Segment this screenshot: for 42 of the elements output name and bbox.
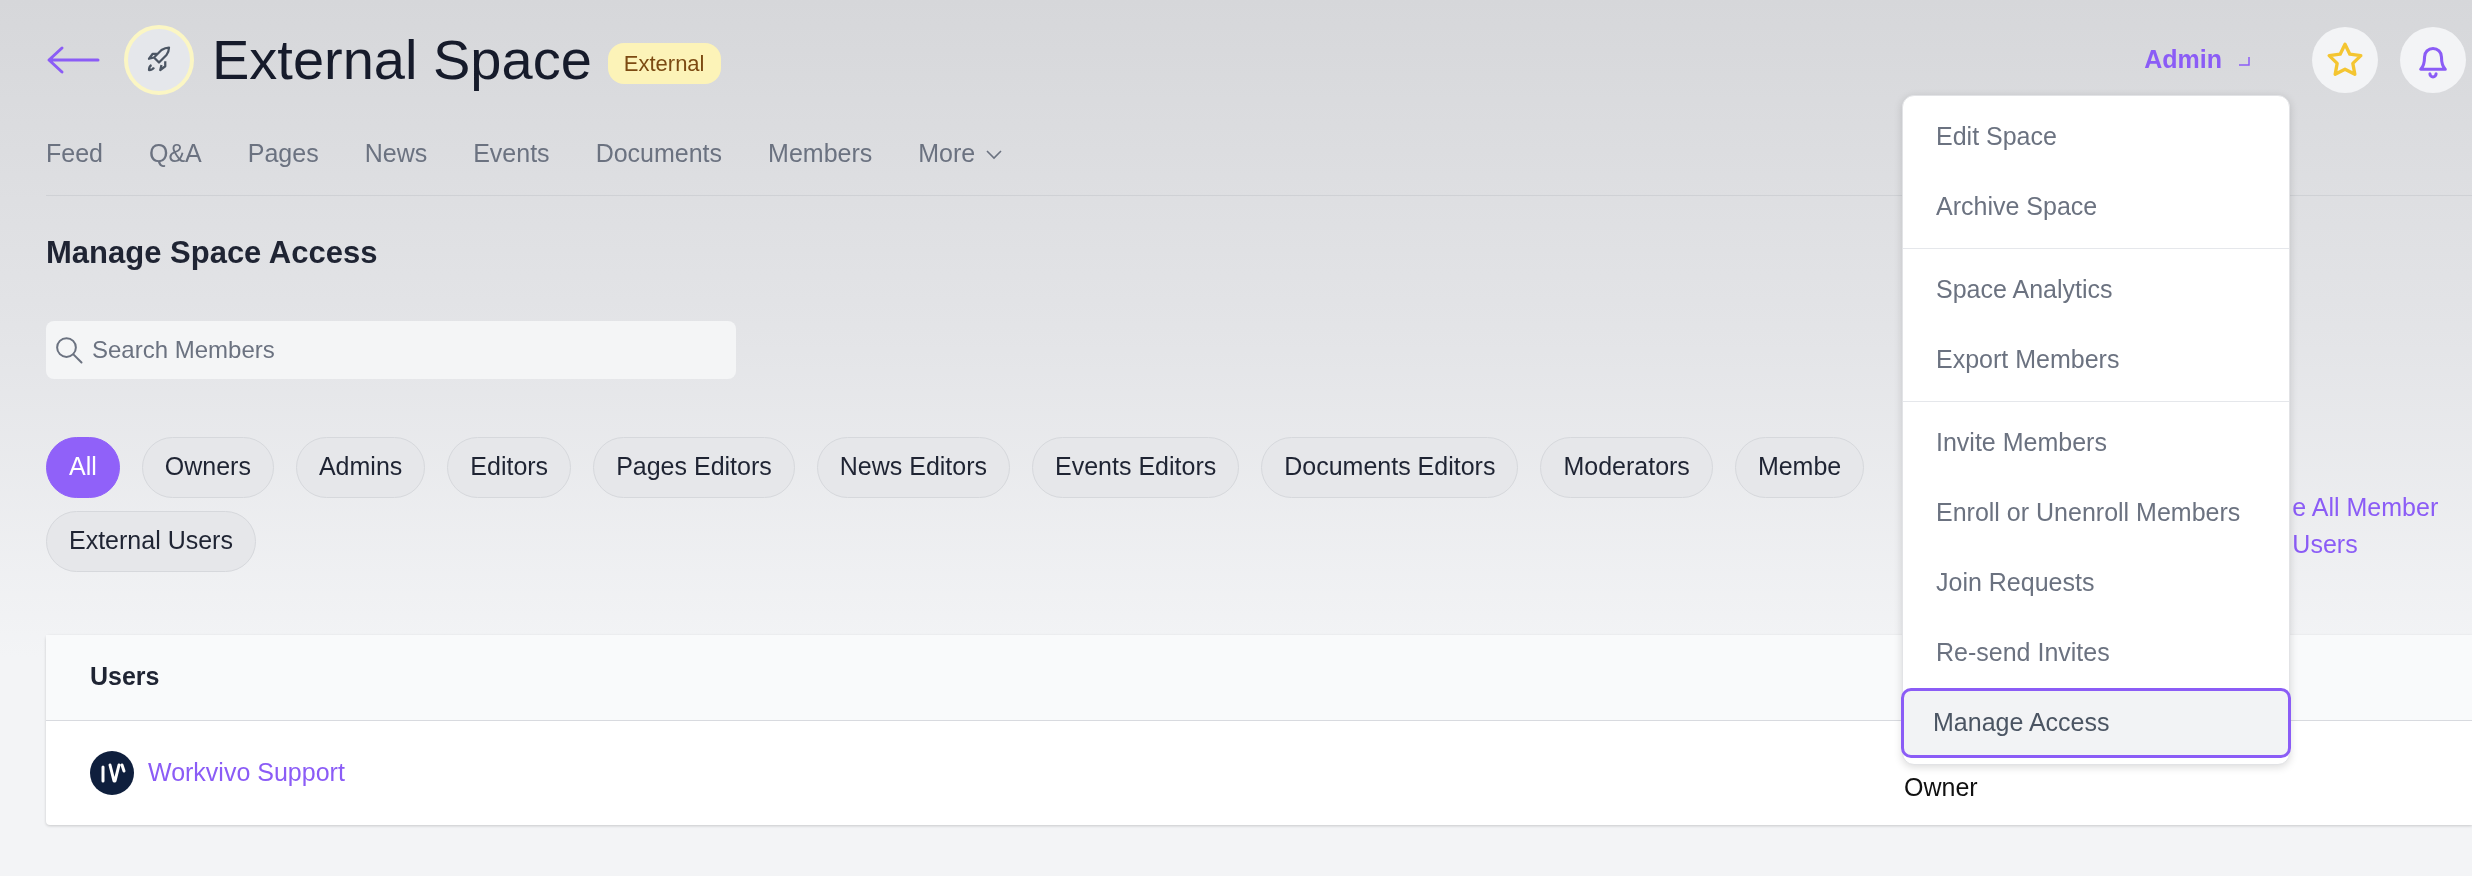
- tab[interactable]: Documents: [595, 135, 723, 173]
- avatar-icon: [90, 750, 134, 795]
- caret-icon: [2238, 54, 2250, 66]
- more-tab[interactable]: More: [918, 135, 1004, 173]
- menu-item[interactable]: Space Analytics: [1903, 255, 2289, 325]
- column-header: Users: [90, 661, 160, 693]
- filter-chip[interactable]: Documents Editors: [1261, 436, 1519, 498]
- tab[interactable]: Pages: [247, 135, 319, 173]
- role-cell-text: Owner: [1904, 771, 1978, 803]
- menu-item[interactable]: Invite Members: [1903, 408, 2289, 478]
- filter-chip[interactable]: News Editors: [816, 436, 1011, 498]
- admin-menu-link[interactable]: Admin: [2144, 41, 2250, 79]
- external-badge: External: [607, 42, 721, 84]
- chevron-down-icon: [985, 147, 1004, 160]
- remove-users-link[interactable]: e All Member Users: [2292, 488, 2472, 573]
- tab[interactable]: Q&A: [149, 135, 202, 173]
- menu-item[interactable]: Export Members: [1903, 325, 2289, 395]
- user-link[interactable]: Workvivo Support: [148, 753, 345, 792]
- filter-chip[interactable]: Moderators: [1540, 436, 1713, 498]
- tab[interactable]: Members: [768, 135, 873, 173]
- filter-chip[interactable]: All: [46, 436, 120, 498]
- tab[interactable]: Feed: [46, 135, 103, 173]
- filter-chip[interactable]: Events Editors: [1032, 436, 1240, 498]
- menu-item[interactable]: Enroll or Unenroll Members: [1903, 478, 2289, 548]
- tab[interactable]: News: [364, 135, 428, 173]
- filter-chip[interactable]: External Users: [46, 510, 256, 572]
- menu-item[interactable]: Re-send Invites: [1903, 618, 2289, 688]
- section-title: Manage Space Access: [46, 233, 379, 271]
- tab[interactable]: Events: [473, 135, 550, 173]
- filter-chip[interactable]: Pages Editors: [593, 436, 795, 498]
- filter-chip[interactable]: Editors: [447, 436, 572, 498]
- menu-item[interactable]: Join Requests: [1903, 548, 2289, 618]
- menu-item[interactable]: Archive Space: [1903, 172, 2289, 242]
- filter-chip[interactable]: Membe: [1734, 436, 1865, 498]
- filter-chip[interactable]: Admins: [295, 436, 426, 498]
- menu-item[interactable]: Edit Space: [1903, 102, 2289, 172]
- space-title: External Space: [212, 27, 592, 94]
- back-arrow-icon: [46, 45, 100, 75]
- search-field[interactable]: Search Members: [46, 320, 736, 379]
- back-button[interactable]: [46, 45, 100, 75]
- filter-chip[interactable]: Owners: [141, 436, 274, 498]
- menu-item[interactable]: Manage Access: [1901, 688, 2291, 758]
